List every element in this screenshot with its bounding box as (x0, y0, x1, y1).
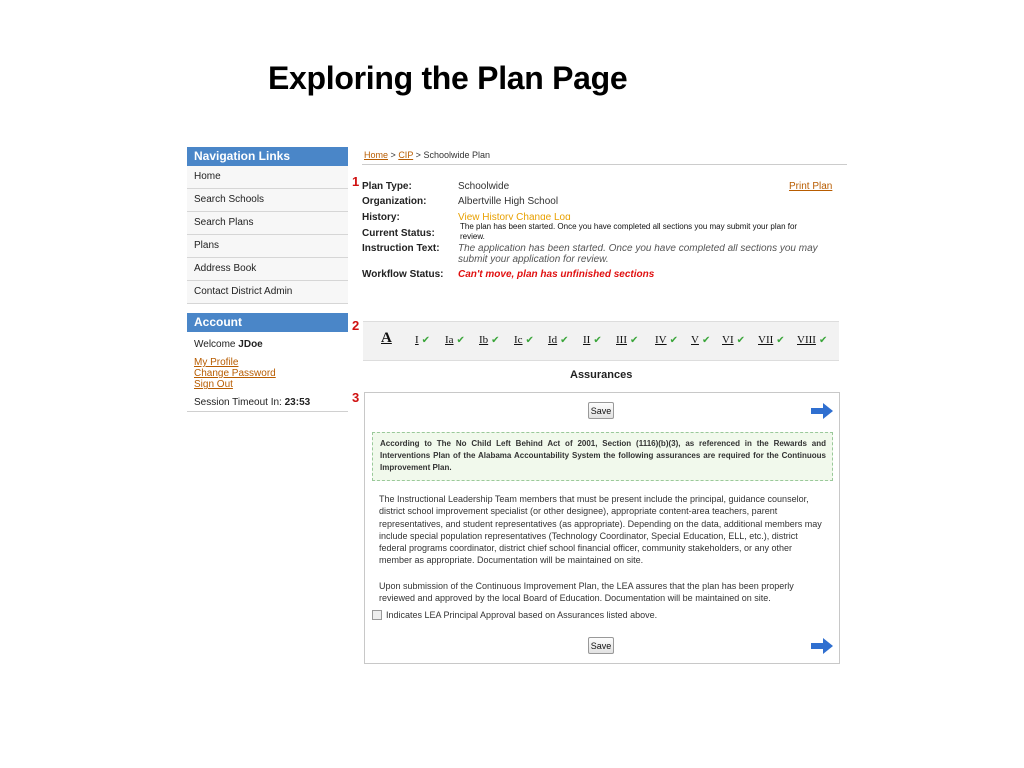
print-plan-link[interactable]: Print Plan (789, 181, 832, 192)
tab-section[interactable]: VII ✔ (758, 334, 785, 346)
nav-item-search-plans[interactable]: Search Plans (187, 212, 348, 235)
slide-title: Exploring the Plan Page (268, 60, 628, 96)
tab-section[interactable]: Ib ✔ (479, 334, 500, 346)
tab-section[interactable]: IV ✔ (655, 334, 678, 346)
history-label: History: (362, 212, 400, 223)
tab-label: VII (758, 334, 774, 346)
check-icon: ✔ (421, 335, 431, 346)
section-tabs-bar: A I ✔ Ia ✔ Ib ✔ Ic ✔ Id ✔ II ✔ III ✔ IV ✔ V ✔ VI ✔… (363, 321, 839, 361)
current-status-label: Current Status: (362, 228, 435, 239)
check-icon: ✔ (818, 335, 828, 346)
tab-label: I (415, 334, 419, 346)
step-marker-1: 1 (352, 174, 360, 189)
session-timeout: Session Timeout In: 23:53 (187, 397, 348, 408)
save-button-bottom[interactable]: Save (588, 637, 614, 654)
tab-label: Ia (445, 334, 454, 346)
nav-item-contact-district-admin[interactable]: Contact District Admin (187, 281, 348, 304)
breadcrumb-separator: > (415, 150, 421, 160)
nav-item-address-book[interactable]: Address Book (187, 258, 348, 281)
assurances-paragraph-team: The Instructional Leadership Team member… (379, 494, 822, 566)
next-arrow-icon[interactable] (811, 638, 833, 654)
check-icon: ✔ (776, 335, 785, 346)
tab-label: IV (655, 334, 667, 346)
session-timeout-label: Session Timeout In: (194, 397, 282, 408)
breadcrumb-cip-link[interactable]: CIP (398, 150, 413, 160)
tab-section[interactable]: Ic ✔ (514, 334, 534, 346)
tab-section[interactable]: I ✔ (415, 334, 430, 346)
check-icon: ✔ (669, 335, 678, 346)
check-icon: ✔ (701, 335, 711, 346)
tab-label: Ic (514, 334, 523, 346)
breadcrumb-current: Schoolwide Plan (423, 150, 490, 160)
tab-section[interactable]: V ✔ (691, 334, 710, 346)
breadcrumb-divider (362, 164, 847, 165)
tab-section[interactable]: II ✔ (583, 334, 602, 346)
status-tooltip: The plan has been started. Once you have… (456, 221, 809, 243)
account-panel: Account Welcome JDoe My Profile Change P… (187, 313, 348, 412)
tab-section[interactable]: VIII ✔ (797, 334, 827, 346)
workflow-status-value: Can't move, plan has unfinished sections (458, 269, 655, 280)
instruction-text-value: The application has been started. Once y… (458, 243, 818, 265)
step-marker-3: 3 (352, 390, 360, 405)
check-icon: ✔ (491, 335, 500, 346)
breadcrumb-home-link[interactable]: Home (364, 150, 388, 160)
breadcrumb-separator: > (390, 150, 396, 160)
principal-approval-label: Indicates LEA Principal Approval based o… (386, 610, 658, 620)
check-icon: ✔ (736, 335, 745, 346)
navigation-links-panel: Navigation Links Home Search Schools Sea… (187, 147, 348, 304)
instruction-text-label: Instruction Text: (362, 243, 440, 254)
save-button-top[interactable]: Save (588, 402, 614, 419)
assurances-panel: Save According to The No Child Left Behi… (364, 392, 840, 664)
nav-item-home[interactable]: Home (187, 166, 348, 189)
tab-label: Id (548, 334, 558, 346)
tab-section[interactable]: VI ✔ (722, 334, 745, 346)
workflow-status-label: Workflow Status: (362, 269, 444, 280)
tab-label: Ib (479, 334, 489, 346)
check-icon: ✔ (593, 335, 602, 346)
tab-section[interactable]: III ✔ (616, 334, 638, 346)
assurances-paragraph-submission: Upon submission of the Continuous Improv… (379, 581, 794, 604)
organization-label: Organization: (362, 196, 427, 207)
tab-section[interactable]: Ia ✔ (445, 334, 465, 346)
step-marker-2: 2 (352, 318, 360, 333)
check-icon: ✔ (630, 335, 639, 346)
tab-label: VI (722, 334, 734, 346)
account-header: Account (187, 313, 348, 332)
principal-approval-row[interactable]: Indicates LEA Principal Approval based o… (372, 610, 657, 620)
navigation-links-header: Navigation Links (187, 147, 348, 166)
change-password-link[interactable]: Change Password (187, 368, 348, 379)
welcome-line: Welcome JDoe (187, 339, 348, 350)
check-icon: ✔ (560, 335, 569, 346)
breadcrumb: Home > CIP > Schoolwide Plan (364, 150, 490, 160)
nav-item-plans[interactable]: Plans (187, 235, 348, 258)
nav-item-search-schools[interactable]: Search Schools (187, 189, 348, 212)
welcome-prefix: Welcome (194, 339, 236, 350)
tab-label: V (691, 334, 699, 346)
tab-label: VIII (797, 334, 816, 346)
tab-label: II (583, 334, 591, 346)
check-icon: ✔ (525, 335, 534, 346)
nclb-notice: According to The No Child Left Behind Ac… (372, 432, 833, 481)
session-timeout-value: 23:53 (284, 397, 311, 408)
tab-section[interactable]: Id ✔ (548, 334, 569, 346)
my-profile-link[interactable]: My Profile (187, 357, 348, 368)
plan-type-value: Schoolwide (458, 181, 510, 192)
tab-label: III (616, 334, 627, 346)
username: JDoe (238, 339, 263, 350)
organization-value: Albertville High School (458, 196, 559, 207)
check-icon: ✔ (456, 335, 465, 346)
assurances-title: Assurances (570, 369, 633, 381)
next-arrow-icon[interactable] (811, 403, 833, 419)
principal-approval-checkbox[interactable] (372, 610, 382, 620)
sign-out-link[interactable]: Sign Out (187, 379, 348, 390)
plan-type-label: Plan Type: (362, 181, 412, 192)
tab-a[interactable]: A (381, 330, 392, 347)
